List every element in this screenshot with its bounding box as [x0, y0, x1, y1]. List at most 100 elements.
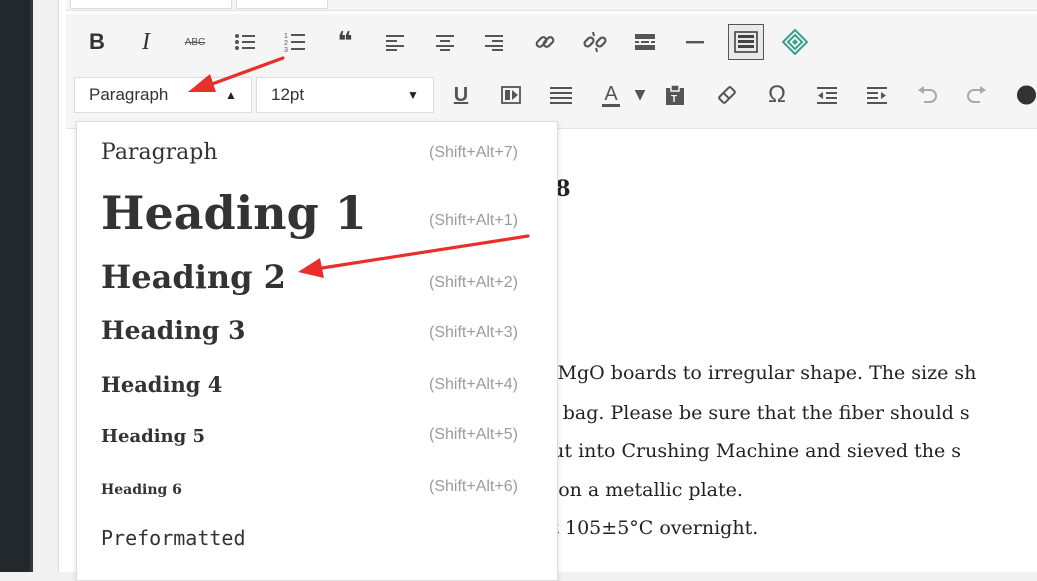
menu-item-paragraph[interactable]: Paragraph (Shift+Alt+7) — [77, 136, 557, 174]
bullet-list-button[interactable] — [230, 27, 260, 57]
align-left-button[interactable] — [380, 27, 410, 57]
content-line: d on a metallic plate. — [540, 479, 743, 501]
menu-item-label: Heading 2 — [101, 258, 286, 296]
read-more-icon — [635, 34, 655, 50]
special-character-button[interactable]: Ω — [762, 80, 792, 110]
undo-button[interactable] — [912, 80, 942, 110]
bullet-list-icon — [235, 34, 255, 50]
numbered-list-button[interactable]: 123 — [280, 27, 310, 57]
menu-item-shortcut: (Shift+Alt+6) — [429, 478, 518, 495]
menu-item-label: Heading 6 — [101, 482, 182, 498]
clipboard-icon: T — [666, 84, 684, 105]
admin-sidebar-edge — [30, 0, 33, 572]
outdent-button[interactable] — [812, 80, 842, 110]
blockquote-icon: ❝ — [337, 27, 353, 57]
menu-item-shortcut: (Shift+Alt+4) — [429, 376, 518, 393]
clear-formatting-button[interactable] — [712, 80, 742, 110]
format-select-value: Paragraph — [89, 85, 169, 104]
horizontal-line-icon — [686, 41, 704, 44]
font-size-select-value: 12pt — [271, 85, 305, 104]
paste-as-text-button[interactable]: T — [660, 80, 690, 110]
menu-item-shortcut: (Shift+Alt+7) — [429, 144, 518, 161]
plugin-icon — [782, 29, 808, 55]
horizontal-line-button[interactable] — [680, 27, 710, 57]
strikethrough-icon: ABC — [184, 36, 206, 48]
justify-icon — [501, 86, 521, 104]
insert-link-button[interactable] — [530, 27, 560, 57]
align-center-icon — [436, 35, 454, 51]
menu-item-label: Heading 4 — [101, 372, 223, 397]
menu-item-heading-6[interactable]: Heading 6 (Shift+Alt+6) — [77, 472, 557, 512]
format-dropdown-menu: Paragraph (Shift+Alt+7) Heading 1 (Shift… — [76, 121, 558, 581]
bold-icon: B — [89, 29, 105, 54]
indent-button[interactable] — [862, 80, 892, 110]
chevron-up-icon: ▲ — [225, 88, 237, 102]
remove-link-button[interactable] — [580, 27, 610, 57]
menu-item-heading-1[interactable]: Heading 1 (Shift+Alt+1) — [77, 184, 557, 248]
omega-icon: Ω — [768, 81, 786, 108]
menu-item-label: Heading 3 — [101, 316, 246, 345]
underline-button[interactable]: U — [446, 80, 476, 110]
plugin-button[interactable] — [780, 27, 810, 57]
strikethrough-button[interactable]: ABC — [180, 27, 210, 57]
outdent-icon — [817, 87, 837, 104]
menu-item-heading-2[interactable]: Heading 2 (Shift+Alt+2) — [77, 252, 557, 308]
italic-icon: I — [142, 28, 150, 55]
svg-text:2: 2 — [284, 40, 288, 47]
read-more-button[interactable] — [630, 27, 660, 57]
toolbar-toggle-icon — [734, 31, 758, 53]
svg-text:1: 1 — [284, 33, 288, 40]
undo-icon — [918, 86, 937, 103]
format-select[interactable]: Paragraph ▲ — [74, 77, 252, 113]
editor-content[interactable]: 88 k MgO boards to irregular shape. The … — [540, 130, 1037, 572]
blockquote-button[interactable]: ❝ — [330, 27, 360, 57]
menu-item-label: Heading 1 — [101, 186, 367, 240]
redo-button[interactable] — [962, 80, 992, 110]
underline-icon: U — [453, 83, 469, 106]
content-line: at 105±5°C overnight. — [540, 517, 759, 539]
chevron-down-icon: ▼ — [407, 88, 419, 102]
menu-item-preformatted[interactable]: Preformatted — [77, 520, 557, 560]
admin-sidebar — [0, 0, 30, 572]
text-color-dropdown[interactable]: ▼ — [630, 80, 650, 110]
unlink-icon — [583, 31, 607, 53]
editor-tab-visual[interactable] — [70, 0, 232, 9]
redo-icon — [967, 86, 986, 103]
menu-item-shortcut: (Shift+Alt+1) — [429, 212, 518, 229]
indent-icon — [867, 87, 887, 104]
align-left-icon — [386, 35, 404, 51]
content-line: put into Crushing Machine and sieved the… — [540, 440, 962, 462]
editor-tab-strip — [66, 0, 1037, 11]
help-icon — [1016, 85, 1037, 105]
text-color-button[interactable]: A — [596, 80, 626, 110]
align-center-button[interactable] — [430, 27, 460, 57]
link-icon — [535, 36, 555, 48]
align-justify-icon — [550, 87, 572, 104]
menu-item-heading-4[interactable]: Heading 4 (Shift+Alt+4) — [77, 366, 557, 410]
italic-button[interactable]: I — [131, 27, 161, 57]
menu-item-heading-5[interactable]: Heading 5 (Shift+Alt+5) — [77, 418, 557, 460]
font-size-select[interactable]: 12pt ▼ — [256, 77, 434, 113]
align-right-button[interactable] — [479, 27, 509, 57]
menu-item-label: Preformatted — [101, 526, 246, 550]
menu-item-shortcut: (Shift+Alt+3) — [429, 324, 518, 341]
align-justify-button[interactable] — [546, 80, 576, 110]
align-right-icon — [485, 35, 503, 51]
toolbar-toggle-button[interactable] — [728, 24, 764, 60]
menu-item-shortcut: (Shift+Alt+2) — [429, 274, 518, 291]
numbered-list-icon: 123 — [284, 33, 305, 53]
menu-item-heading-3[interactable]: Heading 3 (Shift+Alt+3) — [77, 312, 557, 358]
text-color-icon: A — [602, 82, 620, 107]
bold-button[interactable]: B — [82, 27, 112, 57]
eraser-icon — [718, 86, 736, 104]
editor-tab-text[interactable] — [236, 0, 328, 9]
help-button[interactable] — [1016, 80, 1037, 110]
justify-button[interactable] — [496, 80, 526, 110]
content-line: k MgO boards to irregular shape. The siz… — [540, 362, 977, 384]
menu-item-label: Heading 5 — [101, 426, 206, 447]
content-line: ic bag. Please be sure that the fiber sh… — [540, 402, 970, 424]
chevron-down-icon: ▼ — [634, 87, 646, 103]
menu-item-label: Paragraph — [101, 140, 218, 165]
svg-text:T: T — [671, 94, 677, 105]
menu-item-shortcut: (Shift+Alt+5) — [429, 426, 518, 443]
